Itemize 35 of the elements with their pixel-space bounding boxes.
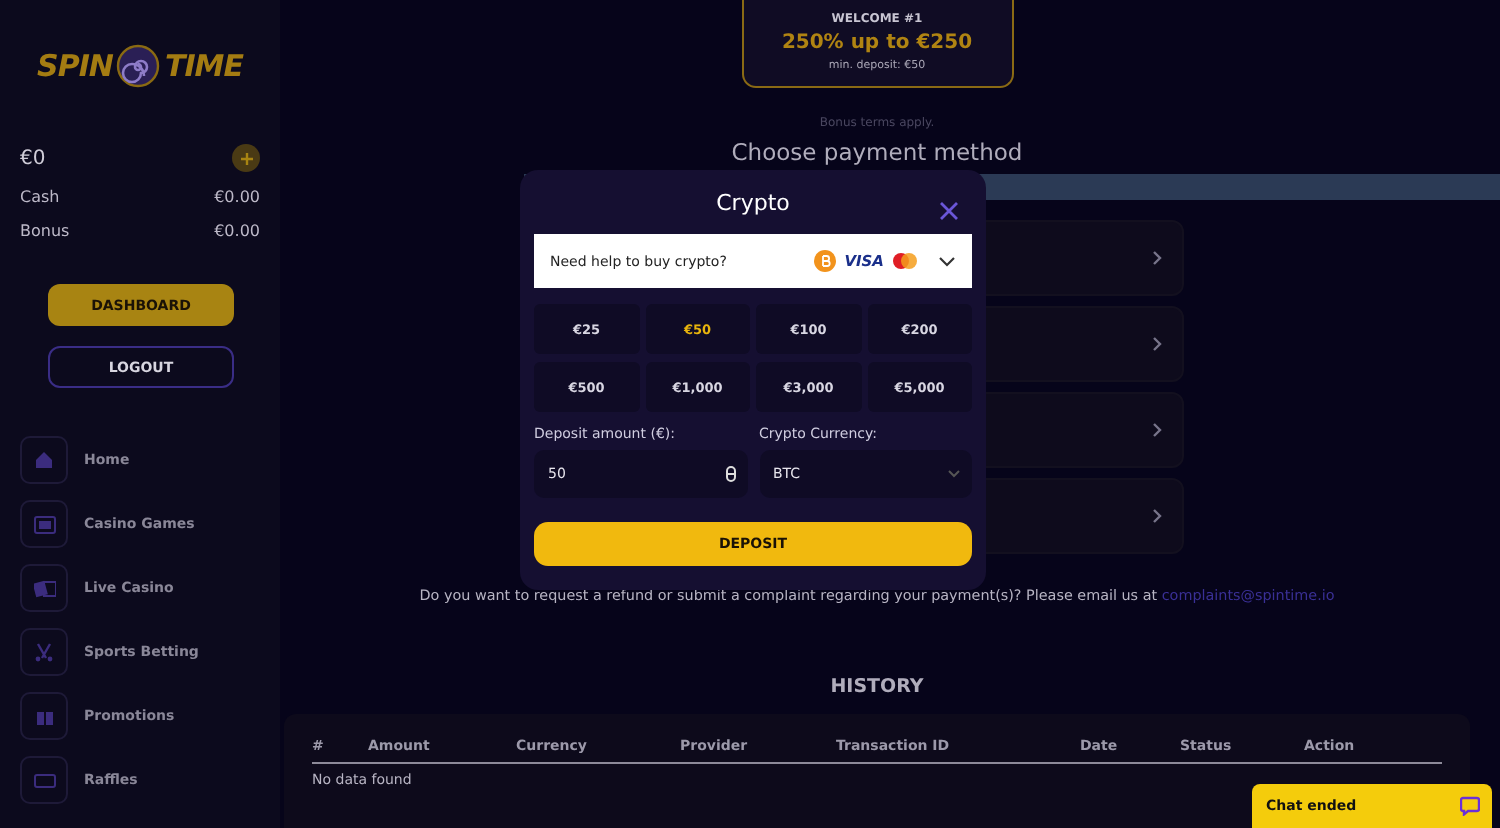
spiral-logo-icon: [116, 44, 161, 88]
promo-offer: 250% up to €250: [781, 31, 973, 53]
chevron-right-icon: [1152, 250, 1162, 266]
nav-icon-tile[interactable]: [20, 628, 68, 676]
logo-text: SPIN: [37, 48, 113, 84]
chevron-right-icon: [1152, 508, 1162, 524]
wallet-value: €0.00: [214, 188, 260, 206]
wallet-label: Cash: [20, 188, 60, 206]
history-title: HISTORY: [830, 676, 924, 698]
bitcoin-icon: [814, 250, 837, 272]
home-icon: [34, 450, 54, 470]
chevron-right-icon: [1152, 336, 1162, 352]
section-heading: Choose payment method: [731, 138, 1023, 166]
nav-icon-tile[interactable]: [20, 692, 68, 740]
logo-text: TIME: [164, 48, 243, 84]
ticket-icon: [33, 773, 55, 787]
close-icon: [938, 200, 960, 222]
wallet-label: Bonus: [20, 222, 70, 240]
balance-amount: €0: [20, 147, 46, 169]
nav-icon-tile[interactable]: [20, 500, 68, 548]
nav-icon-tile[interactable]: [20, 564, 68, 612]
card-brand-icon: [892, 252, 918, 270]
chevron-down-icon: [948, 470, 960, 478]
cards-icon: [33, 579, 55, 597]
plus-icon: [239, 151, 253, 165]
slot-machine-icon: [33, 515, 55, 533]
nav-icon-tile[interactable]: [20, 436, 68, 484]
nav-icon-tile[interactable]: [20, 756, 68, 804]
add-funds-button[interactable]: [232, 144, 260, 172]
chat-bubble-icon: [1460, 796, 1480, 816]
dialog-title: Crypto: [716, 190, 790, 216]
chevron-right-icon: [1152, 422, 1162, 438]
hockey-sticks-icon: [34, 642, 54, 662]
wallet-value: €0.00: [214, 222, 260, 240]
chevron-down-icon: [938, 255, 956, 267]
